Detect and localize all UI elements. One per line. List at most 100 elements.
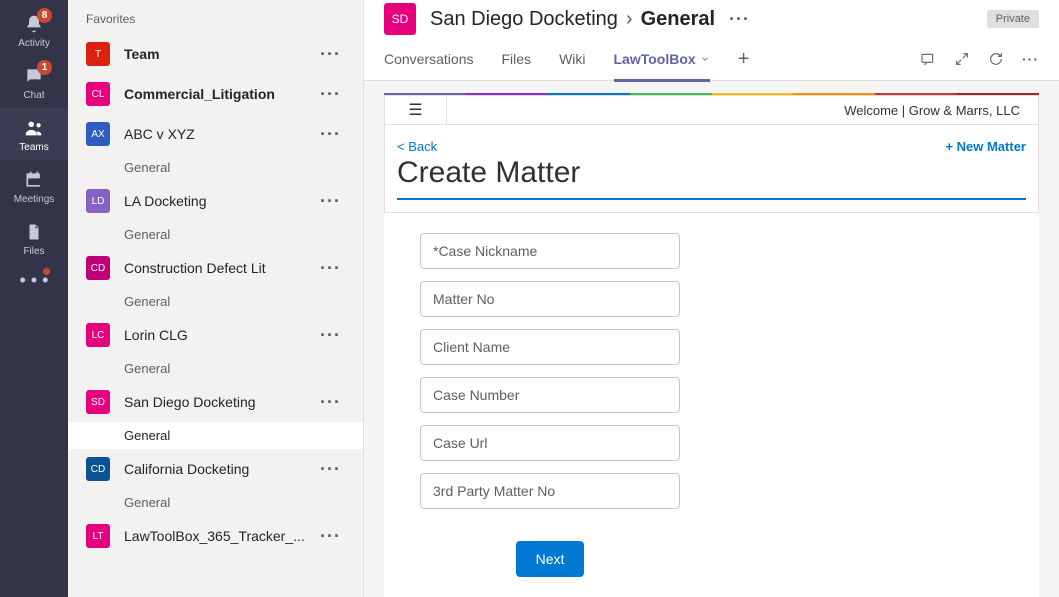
title-underline [397, 198, 1026, 200]
tab-bar: Conversations Files Wiki LawToolBox + ··· [364, 39, 1059, 81]
team-more-icon[interactable]: ··· [316, 459, 345, 480]
field-2[interactable] [420, 329, 680, 365]
team-name-label: San Diego Docketing [124, 394, 316, 410]
rail-activity[interactable]: 8 Activity [0, 4, 68, 56]
team-row[interactable]: LT LawToolBox_365_Tracker_... ··· [68, 516, 363, 556]
rail-chat[interactable]: 1 Chat [0, 56, 68, 108]
chevron-down-icon [700, 54, 710, 64]
team-row[interactable]: CD California Docketing ··· [68, 449, 363, 489]
team-name-label: California Docketing [124, 461, 316, 477]
privacy-badge: Private [987, 10, 1039, 28]
team-avatar-icon: CD [86, 457, 110, 481]
tab-files[interactable]: Files [502, 40, 532, 82]
team-more-icon[interactable]: ··· [316, 191, 345, 212]
tab-lawtoolbox[interactable]: LawToolBox [614, 40, 710, 82]
team-row[interactable]: AX ABC v XYZ ··· [68, 114, 363, 154]
rail-more[interactable]: • • • [0, 270, 68, 291]
team-more-icon[interactable]: ··· [316, 526, 345, 547]
rail-label: Chat [23, 90, 44, 101]
card-header: < Back + New Matter Create Matter [384, 125, 1039, 213]
crumb-channel[interactable]: General [641, 8, 715, 31]
field-5[interactable] [420, 473, 680, 509]
team-more-icon[interactable]: ··· [316, 258, 345, 279]
team-more-icon[interactable]: ··· [316, 124, 345, 145]
bell-icon: 8 [22, 12, 46, 36]
activity-badge: 8 [37, 8, 52, 23]
team-more-icon[interactable]: ··· [316, 325, 345, 346]
rail-label: Activity [18, 38, 50, 49]
tab-actions: ··· [920, 51, 1039, 67]
team-more-icon[interactable]: ··· [316, 392, 345, 413]
create-matter-form: Next [384, 213, 1039, 597]
channel-row[interactable]: General [68, 489, 363, 516]
team-row[interactable]: CD Construction Defect Lit ··· [68, 248, 363, 288]
breadcrumb: San Diego Docketing › General [430, 8, 715, 31]
hamburger-icon[interactable]: ☰ [385, 96, 447, 124]
next-button[interactable]: Next [516, 541, 585, 577]
team-avatar-icon: CL [86, 82, 110, 106]
add-tab-button[interactable]: + [738, 48, 750, 71]
team-row[interactable]: LC Lorin CLG ··· [68, 315, 363, 355]
rail-teams[interactable]: Teams [0, 108, 68, 160]
app-toolbar: ☰ Welcome | Grow & Marrs, LLC [384, 95, 1039, 125]
refresh-icon[interactable] [988, 51, 1004, 67]
tab-more-icon[interactable]: ··· [1022, 51, 1039, 67]
channel-row[interactable]: General [68, 355, 363, 382]
channel-header: SD San Diego Docketing › General ··· Pri… [364, 0, 1059, 39]
teams-icon [22, 116, 46, 140]
calendar-icon [22, 168, 46, 192]
field-4[interactable] [420, 425, 680, 461]
header-more-icon[interactable]: ··· [729, 9, 750, 30]
tab-conversations[interactable]: Conversations [384, 40, 474, 82]
team-name-label: ABC v XYZ [124, 126, 316, 142]
rail-label: Teams [19, 142, 48, 153]
team-name-label: Lorin CLG [124, 327, 316, 343]
new-matter-link[interactable]: + New Matter [945, 139, 1026, 154]
team-name-label: Commercial_Litigation [124, 86, 316, 102]
more-notification-dot [43, 268, 50, 275]
team-row[interactable]: LD LA Docketing ··· [68, 181, 363, 221]
team-more-icon[interactable]: ··· [316, 44, 345, 65]
team-avatar-icon: T [86, 42, 110, 66]
tab-wiki[interactable]: Wiki [559, 40, 585, 82]
page-title: Create Matter [397, 156, 1026, 190]
field-0[interactable] [420, 233, 680, 269]
chat-icon: 1 [22, 64, 46, 88]
team-avatar-icon: CD [86, 256, 110, 280]
rail-label: Meetings [14, 194, 55, 205]
channel-row[interactable]: General [68, 154, 363, 181]
rail-label: Files [23, 246, 44, 257]
team-avatar-icon: SD [86, 390, 110, 414]
team-name-label: Construction Defect Lit [124, 260, 316, 276]
rail-meetings[interactable]: Meetings [0, 160, 68, 212]
files-icon [22, 220, 46, 244]
team-row[interactable]: CL Commercial_Litigation ··· [68, 74, 363, 114]
field-3[interactable] [420, 377, 680, 413]
team-avatar-icon: AX [86, 122, 110, 146]
welcome-text: Welcome | Grow & Marrs, LLC [826, 103, 1038, 118]
main-panel: SD San Diego Docketing › General ··· Pri… [364, 0, 1059, 597]
crumb-team[interactable]: San Diego Docketing [430, 8, 618, 31]
team-name-label: LA Docketing [124, 193, 316, 209]
team-name-label: LawToolBox_365_Tracker_... [124, 528, 316, 544]
favorites-header: Favorites [68, 12, 363, 34]
channel-row[interactable]: General [68, 422, 363, 449]
team-list-panel: Favorites T Team ···CL Commercial_Litiga… [68, 0, 364, 597]
reply-icon[interactable] [920, 51, 936, 67]
rail-files[interactable]: Files [0, 212, 68, 264]
team-more-icon[interactable]: ··· [316, 84, 345, 105]
team-row[interactable]: SD San Diego Docketing ··· [68, 382, 363, 422]
channel-row[interactable]: General [68, 221, 363, 248]
team-row[interactable]: T Team ··· [68, 34, 363, 74]
field-1[interactable] [420, 281, 680, 317]
team-avatar-icon: LT [86, 524, 110, 548]
expand-icon[interactable] [954, 51, 970, 67]
channel-row[interactable]: General [68, 288, 363, 315]
team-avatar: SD [384, 3, 416, 35]
back-link[interactable]: < Back [397, 139, 437, 154]
app-rail: 8 Activity 1 Chat Teams Meetings Files •… [0, 0, 68, 597]
chat-badge: 1 [37, 60, 52, 75]
team-name-label: Team [124, 46, 316, 62]
team-avatar-icon: LC [86, 323, 110, 347]
chevron-right-icon: › [626, 8, 633, 31]
